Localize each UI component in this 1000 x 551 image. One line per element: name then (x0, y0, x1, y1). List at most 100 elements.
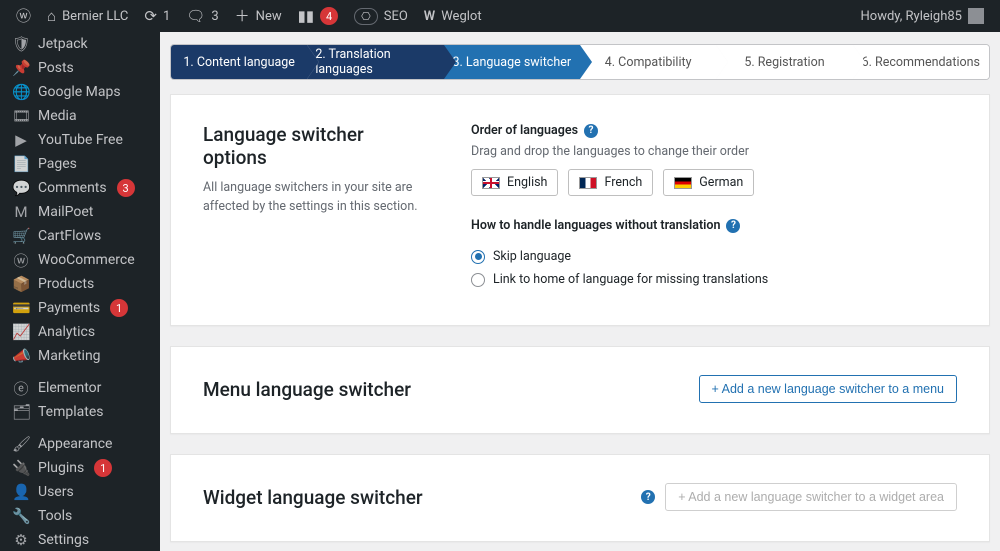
weglot-menu[interactable]: WWeglot (416, 0, 490, 32)
info-icon[interactable]: ? (726, 219, 740, 233)
sidebar-item-label: Templates (38, 404, 104, 420)
sidebar-item-marketing[interactable]: 📣Marketing (0, 344, 160, 368)
menu-icon: 📦 (12, 275, 30, 293)
menu-icon: 🎞 (12, 107, 30, 125)
sidebar-item-media[interactable]: 🎞 Media (0, 104, 160, 128)
menu-icon: 🖌 (12, 435, 30, 453)
sidebar-item-label: YouTube Free (38, 132, 123, 148)
menu-icon: 🛒 (12, 227, 30, 245)
site-name[interactable]: ⌂Bernier LLC (39, 0, 136, 32)
step-translation-languages[interactable]: 2. Translation languages (307, 45, 443, 79)
count-badge: 1 (94, 459, 112, 477)
sidebar-item-label: Appearance (38, 436, 112, 452)
wp-logo[interactable]: ⓦ (8, 0, 39, 32)
info-icon[interactable]: ? (641, 490, 655, 504)
sidebar-item-appearance[interactable]: 🖌 Appearance (0, 432, 160, 456)
setup-steps: 1. Content language 2. Translation langua… (170, 44, 990, 80)
sidebar-item-pages[interactable]: 📄 Pages (0, 152, 160, 176)
language-chip-french[interactable]: French (568, 169, 653, 196)
count-badge: 1 (110, 299, 128, 317)
sidebar-item-woocommerce[interactable]: ⓦWooCommerce (0, 248, 160, 272)
sidebar-item-label: Analytics (38, 324, 95, 340)
new-content[interactable]: ＋New (227, 0, 290, 32)
sidebar-item-label: Jetpack (38, 36, 88, 52)
sidebar-item-payments[interactable]: 💳 Payments 1 (0, 296, 160, 320)
language-chip-label: English (507, 175, 547, 190)
step-compatibility[interactable]: 4. Compatibility (580, 45, 716, 79)
step-label: 1. Content language (183, 55, 295, 70)
sidebar-item-label: Tools (38, 508, 72, 524)
sidebar-item-label: Comments (38, 180, 107, 196)
add-widget-switcher-button: + Add a new language switcher to a widge… (665, 483, 957, 511)
switcher-options-title: Language switcher options (203, 123, 423, 169)
howdy-account[interactable]: Howdy, Ryleigh85 (853, 0, 993, 32)
sidebar-item-label: Users (38, 484, 74, 500)
sidebar-item-google-maps[interactable]: 🌐Google Maps (0, 80, 160, 104)
seo-menu[interactable]: ⎔SEO (346, 0, 416, 32)
language-chip-german[interactable]: German (663, 169, 754, 196)
sidebar-item-label: WooCommerce (38, 252, 135, 268)
sidebar-item-cartflows[interactable]: 🛒CartFlows (0, 224, 160, 248)
wordpress-icon: ⓦ (16, 9, 31, 24)
step-registration[interactable]: 5. Registration (716, 45, 852, 79)
sidebar-item-users[interactable]: 👤Users (0, 480, 160, 504)
menu-icon: 💬 (12, 179, 30, 197)
sidebar-item-youtube-free[interactable]: ▶YouTube Free (0, 128, 160, 152)
menu-icon: 🛡 (12, 35, 30, 53)
comments-count[interactable]: 🗨3 (178, 0, 226, 32)
sidebar-item-analytics[interactable]: 📈Analytics (0, 320, 160, 344)
sidebar-item-label: Pages (38, 156, 77, 172)
menu-icon: 📣 (12, 347, 30, 365)
sidebar-item-label: Media (38, 108, 77, 124)
menu-icon: 🔧 (12, 507, 30, 525)
step-label: 5. Registration (744, 55, 824, 70)
menu-icon: M (12, 203, 30, 221)
order-hint: Drag and drop the languages to change th… (471, 144, 957, 159)
sidebar-item-mailpoet[interactable]: M MailPoet (0, 200, 160, 224)
sidebar-item-label: Payments (38, 300, 100, 316)
seo-pill-icon: ⎔ (354, 8, 378, 25)
sidebar-item-label: Elementor (38, 380, 101, 396)
radio-link-home[interactable]: Link to home of language for missing tra… (471, 272, 957, 287)
sidebar-item-label: Posts (38, 60, 74, 76)
step-label: 4. Compatibility (605, 55, 692, 70)
order-title: Order of languages (471, 123, 578, 138)
sidebar-item-posts[interactable]: 📌Posts (0, 56, 160, 80)
language-chip-label: German (699, 175, 743, 190)
card-switcher-options: Language switcher options All language s… (170, 94, 990, 326)
sidebar-item-templates[interactable]: 🗂 Templates (0, 400, 160, 424)
card-menu-switcher: Menu language switcher + Add a new langu… (170, 346, 990, 434)
step-recommendations[interactable]: 6. Recommendations (853, 45, 989, 79)
radio-icon (471, 273, 485, 287)
sidebar-item-label: MailPoet (38, 204, 93, 220)
sidebar-item-label: Settings (38, 532, 89, 548)
weglot-icon: W (424, 9, 435, 24)
radio-skip-language[interactable]: Skip language (471, 249, 957, 264)
menu-icon: 📄 (12, 155, 30, 173)
sidebar-item-elementor[interactable]: ⓔElementor (0, 376, 160, 400)
language-chips: English French German (471, 169, 957, 196)
updates-count[interactable]: ▮▮4 (290, 0, 347, 32)
missing-title: How to handle languages without translat… (471, 218, 720, 233)
menu-icon: 💳 (12, 299, 30, 317)
sidebar-item-jetpack[interactable]: 🛡 Jetpack (0, 32, 160, 56)
admin-sidebar: 🛡 Jetpack 📌Posts🌐Google Maps 🎞 Media ▶YouTube… (0, 32, 160, 551)
menu-icon: ⚙ (12, 531, 30, 549)
step-content-language[interactable]: 1. Content language (171, 45, 307, 79)
sidebar-item-plugins[interactable]: 🔌Plugins1 (0, 456, 160, 480)
add-menu-switcher-button[interactable]: + Add a new language switcher to a menu (699, 375, 957, 403)
menu-switcher-title: Menu language switcher (203, 378, 411, 401)
sidebar-item-tools[interactable]: 🔧 Tools (0, 504, 160, 528)
step-language-switcher[interactable]: 3. Language switcher (444, 45, 580, 79)
sidebar-item-comments[interactable]: 💬Comments3 (0, 176, 160, 200)
content-area: 1. Content language 2. Translation langua… (160, 32, 1000, 551)
refresh-count[interactable]: ⟳1 (136, 0, 178, 32)
refresh-icon: ⟳ (144, 9, 157, 24)
language-chip-english[interactable]: English (471, 169, 558, 196)
menu-icon: 🌐 (12, 83, 30, 101)
menu-icon: 🗂 (12, 403, 30, 421)
sidebar-item-settings[interactable]: ⚙ Settings (0, 528, 160, 551)
info-icon[interactable]: ? (584, 124, 598, 138)
sidebar-item-products[interactable]: 📦Products (0, 272, 160, 296)
menu-icon: 🔌 (12, 459, 30, 477)
